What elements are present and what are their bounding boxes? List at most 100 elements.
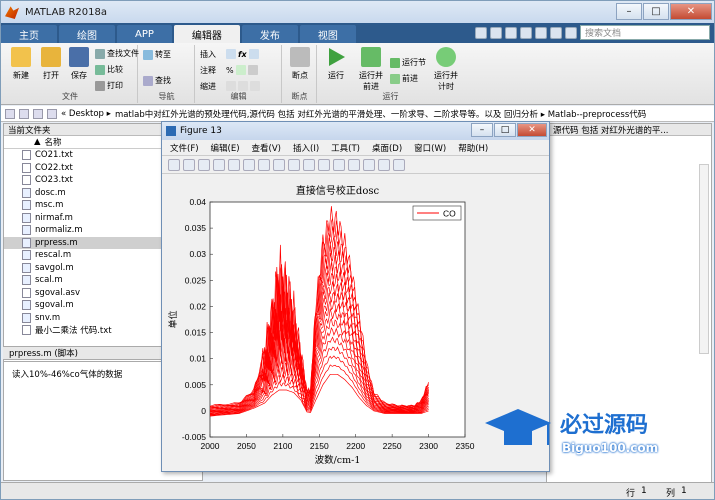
- menu-insert[interactable]: 插入(I): [293, 142, 319, 154]
- insert-button[interactable]: 插入: [200, 49, 216, 60]
- file-list-item[interactable]: CO23.txt: [4, 174, 162, 187]
- menu-edit[interactable]: 编辑(E): [211, 142, 240, 154]
- insert-more-icon[interactable]: [248, 49, 259, 59]
- file-list-item[interactable]: sgoval.m: [4, 299, 162, 312]
- name-column-header[interactable]: ▲ 名称: [4, 136, 162, 149]
- pointer-icon[interactable]: [228, 158, 240, 171]
- link-icon[interactable]: [333, 158, 345, 171]
- menu-tools[interactable]: 工具(T): [331, 142, 360, 154]
- open-file-icon[interactable]: [183, 158, 195, 171]
- file-list-item[interactable]: rescal.m: [4, 249, 162, 262]
- dock-icon[interactable]: [393, 158, 405, 171]
- colorbar-icon[interactable]: [348, 158, 360, 171]
- file-list-item[interactable]: nirmaf.m: [4, 212, 162, 225]
- new-button[interactable]: 新建: [7, 47, 35, 81]
- search-input[interactable]: 搜索文档: [580, 25, 710, 40]
- menu-file[interactable]: 文件(F): [170, 142, 199, 154]
- window-controls: – □ ✕: [616, 3, 712, 20]
- undo-quick-icon[interactable]: [535, 26, 547, 39]
- file-group-label: 文件: [62, 92, 78, 101]
- file-list-item[interactable]: normaliz.m: [4, 224, 162, 237]
- back-icon[interactable]: [5, 108, 15, 119]
- find-button[interactable]: 查找: [143, 75, 171, 86]
- file-list-item[interactable]: sgoval.asv: [4, 287, 162, 300]
- print-icon: [95, 80, 105, 91]
- editor-tab-title[interactable]: 源代码 包括 对红外光谱的平...: [547, 124, 711, 136]
- file-list-item[interactable]: prpress.m: [4, 236, 162, 249]
- breakpoints-button[interactable]: 断点: [286, 47, 314, 81]
- address-bar[interactable]: « Desktop ▸ matlab中对红外光谱的预处理代码,源代码 包括 对红…: [1, 106, 714, 122]
- menu-desktop[interactable]: 桌面(D): [372, 142, 402, 154]
- print-figure-icon[interactable]: [213, 158, 225, 171]
- find-files-button[interactable]: 查找文件: [95, 48, 139, 59]
- run-section-button[interactable]: 运行节: [390, 57, 426, 68]
- rotate-icon[interactable]: [288, 158, 300, 171]
- increase-indent-icon[interactable]: [238, 81, 248, 91]
- advance-button[interactable]: 前进: [390, 73, 418, 84]
- wrap-comment-icon[interactable]: [235, 65, 246, 75]
- run-button[interactable]: 运行: [322, 47, 350, 81]
- percent-icon[interactable]: %: [226, 66, 234, 75]
- hide-tools-icon[interactable]: [378, 158, 390, 171]
- fx-icon[interactable]: fx: [238, 50, 247, 59]
- browse-icon[interactable]: [47, 108, 57, 119]
- save-button[interactable]: 保存: [65, 47, 93, 81]
- matlab-file-icon: [22, 200, 31, 211]
- zoom-out-icon[interactable]: [258, 158, 270, 171]
- file-list-item[interactable]: 最小二乘法 代码.txt: [4, 324, 162, 337]
- open-button[interactable]: 打开: [37, 47, 65, 81]
- new-figure-icon[interactable]: [168, 158, 180, 171]
- paste-quick-icon[interactable]: [520, 26, 532, 39]
- figure-maximize-button[interactable]: □: [494, 123, 516, 137]
- file-list-item[interactable]: CO22.txt: [4, 162, 162, 175]
- menu-window[interactable]: 窗口(W): [414, 142, 446, 154]
- zoom-in-icon[interactable]: [243, 158, 255, 171]
- forward-icon[interactable]: [19, 108, 29, 119]
- file-list-item[interactable]: snv.m: [4, 312, 162, 325]
- run-time-button[interactable]: 运行并 计时: [430, 47, 462, 92]
- tab-view[interactable]: 视图: [299, 25, 356, 43]
- save-quick-icon[interactable]: [475, 26, 487, 39]
- tab-editor[interactable]: 编辑器: [173, 25, 240, 43]
- row-label: 行: [626, 489, 636, 499]
- legend-icon[interactable]: [363, 158, 375, 171]
- cut-quick-icon[interactable]: [490, 26, 502, 39]
- pan-icon[interactable]: [273, 158, 285, 171]
- maximize-button[interactable]: □: [643, 3, 669, 20]
- figure-minimize-button[interactable]: –: [471, 123, 493, 137]
- file-name: dosc.m: [35, 187, 66, 198]
- tab-home[interactable]: 主页: [1, 25, 57, 43]
- figure-close-button[interactable]: ✕: [517, 123, 547, 137]
- smart-indent-icon[interactable]: [226, 81, 236, 91]
- menu-view[interactable]: 查看(V): [252, 142, 281, 154]
- file-list-item[interactable]: msc.m: [4, 199, 162, 212]
- minimize-button[interactable]: –: [616, 3, 642, 20]
- up-folder-icon[interactable]: [33, 108, 43, 119]
- tab-plots[interactable]: 绘图: [59, 25, 115, 43]
- run-advance-button[interactable]: 运行并 前进: [354, 47, 388, 92]
- file-list-item[interactable]: dosc.m: [4, 187, 162, 200]
- help-quick-icon[interactable]: [565, 26, 577, 39]
- menu-help[interactable]: 帮助(H): [458, 142, 488, 154]
- copy-quick-icon[interactable]: [505, 26, 517, 39]
- compare-button[interactable]: 比较: [95, 64, 123, 75]
- file-list-item[interactable]: CO21.txt: [4, 149, 162, 162]
- tab-publish[interactable]: 发布: [241, 25, 298, 43]
- save-figure-icon[interactable]: [198, 158, 210, 171]
- editor-scrollbar[interactable]: [699, 164, 709, 354]
- brush-icon[interactable]: [318, 158, 330, 171]
- data-cursor-icon[interactable]: [303, 158, 315, 171]
- uncomment-icon[interactable]: [247, 65, 258, 75]
- close-button[interactable]: ✕: [670, 3, 712, 20]
- tab-apps[interactable]: APP: [117, 25, 172, 43]
- decrease-indent-icon[interactable]: [250, 81, 260, 91]
- window-title: MATLAB R2018a: [25, 6, 108, 18]
- goto-button[interactable]: 转至: [143, 49, 171, 60]
- file-list-item[interactable]: scal.m: [4, 274, 162, 287]
- redo-quick-icon[interactable]: [550, 26, 562, 39]
- file-list-item[interactable]: savgol.m: [4, 262, 162, 275]
- print-button[interactable]: 打印: [95, 80, 123, 91]
- file-name: msc.m: [35, 200, 64, 211]
- insert-section-icon[interactable]: [226, 49, 236, 59]
- comment-button[interactable]: 注释: [200, 65, 216, 76]
